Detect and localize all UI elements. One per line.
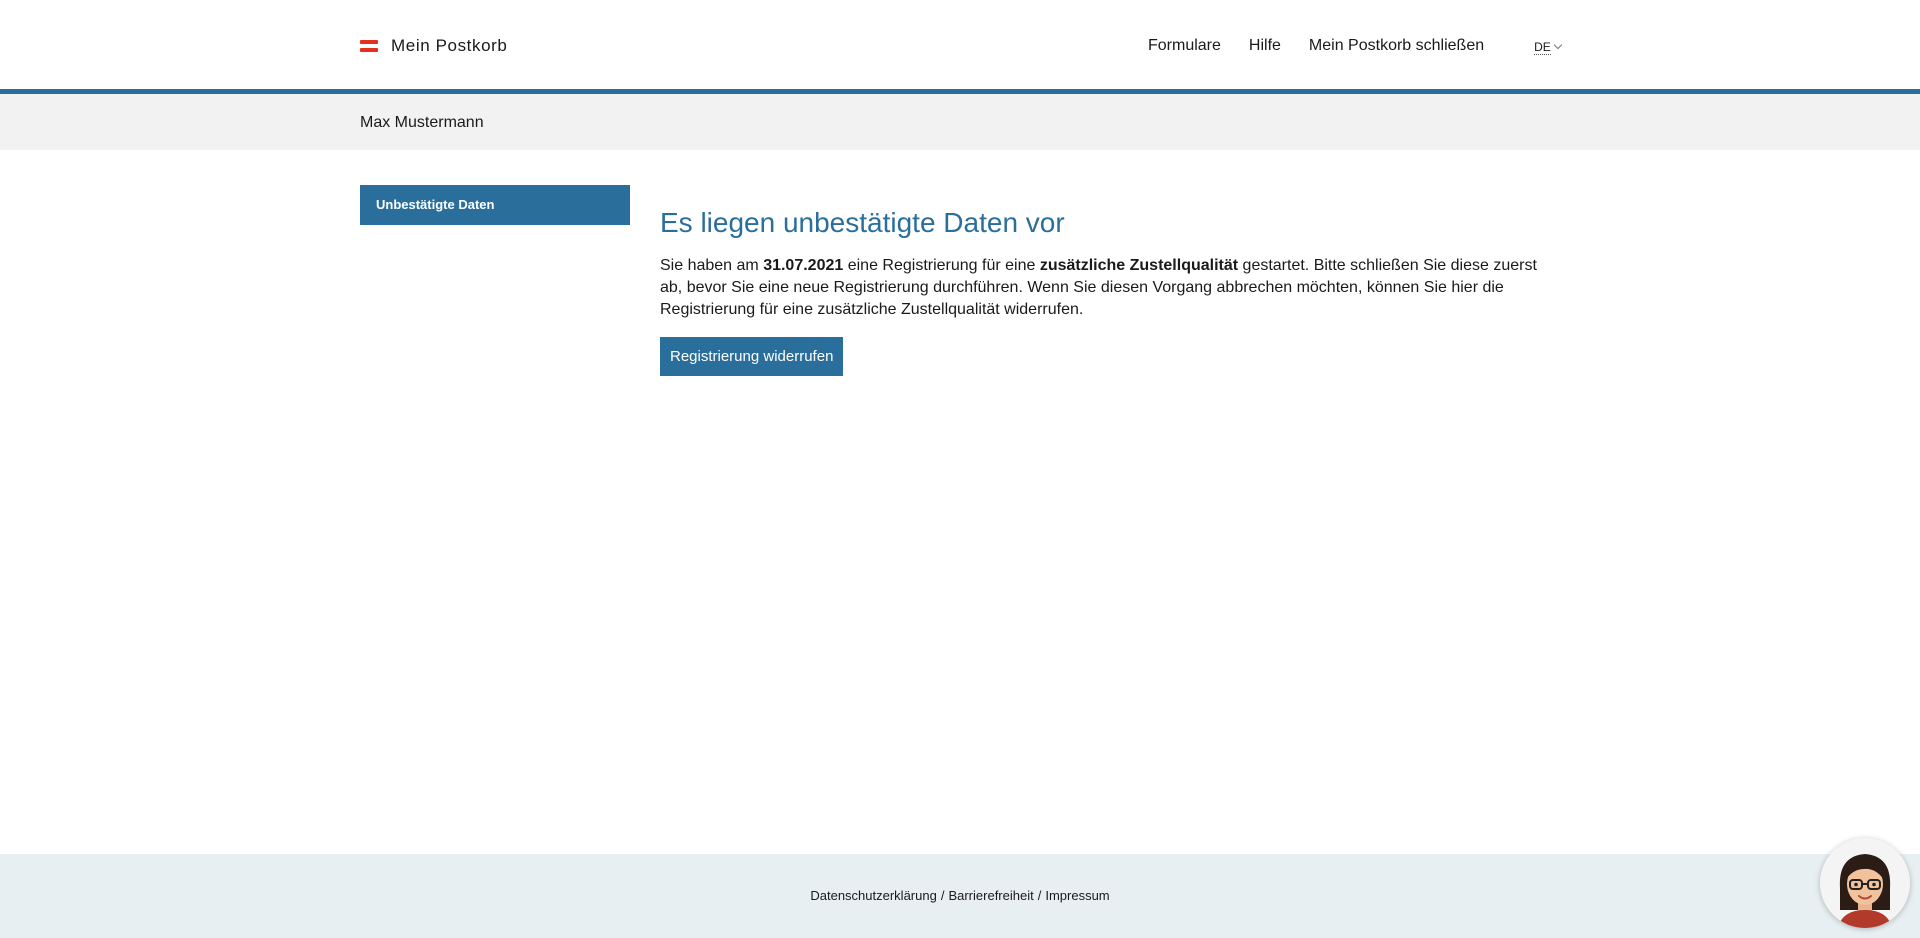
user-name: Max Mustermann: [360, 114, 484, 131]
info-text-2: eine Registrierung für eine: [843, 257, 1040, 274]
registration-date: 31.07.2021: [763, 257, 844, 274]
austrian-flag-icon: [360, 39, 378, 53]
footer: Datenschutzerklärung / Barrierefreiheit / Im…: [0, 854, 1920, 938]
sidebar-item-unbestaetigte-daten[interactable]: Unbestätigte Daten: [360, 185, 630, 225]
info-text-1: Sie haben am: [660, 257, 764, 274]
language-label: DE: [1534, 39, 1551, 55]
language-selector[interactable]: DE: [1534, 39, 1563, 55]
revoke-registration-button[interactable]: Registrierung widerrufen: [660, 337, 844, 376]
footer-links: Datenschutzerklärung / Barrierefreiheit / Im…: [0, 888, 1920, 903]
delivery-quality: zusätzliche Zustellqualität: [1039, 257, 1239, 274]
nav-hilfe-link[interactable]: Hilfe: [1249, 37, 1281, 55]
page-title: Es liegen unbestätigte Daten vor: [660, 207, 1065, 238]
footer-privacy-link[interactable]: Datenschutzerklärung: [810, 888, 936, 903]
page: Mein Postkorb Formulare Hilfe Mein Postk…: [0, 0, 1920, 938]
nav-formulare-link[interactable]: Formulare: [1148, 37, 1221, 55]
nav-close-postkorb-link[interactable]: Mein Postkorb schließen: [1309, 37, 1484, 55]
main-content: Es liegen unbestätigte Daten vor Sie hab…: [660, 205, 1560, 376]
logo[interactable]: Mein Postkorb: [360, 36, 507, 56]
footer-imprint-link[interactable]: Impressum: [1045, 888, 1109, 903]
logo-text: Mein Postkorb: [391, 36, 508, 55]
header: Mein Postkorb Formulare Hilfe Mein Postk…: [0, 0, 1920, 89]
main-nav: Formulare Hilfe Mein Postkorb schließen …: [1148, 36, 1563, 56]
chatbot-avatar-icon[interactable]: [1820, 838, 1910, 928]
footer-accessibility-link[interactable]: Barrierefreiheit: [948, 888, 1033, 903]
chatbot-avatar-graphic: [1820, 838, 1910, 928]
footer-separator: /: [1037, 888, 1042, 903]
user-bar: Max Mustermann: [0, 94, 1920, 150]
footer-separator: /: [940, 888, 945, 903]
info-paragraph: Sie haben am 31.07.2021 eine Registrieru…: [660, 255, 1560, 321]
chevron-down-icon: [1553, 40, 1563, 50]
